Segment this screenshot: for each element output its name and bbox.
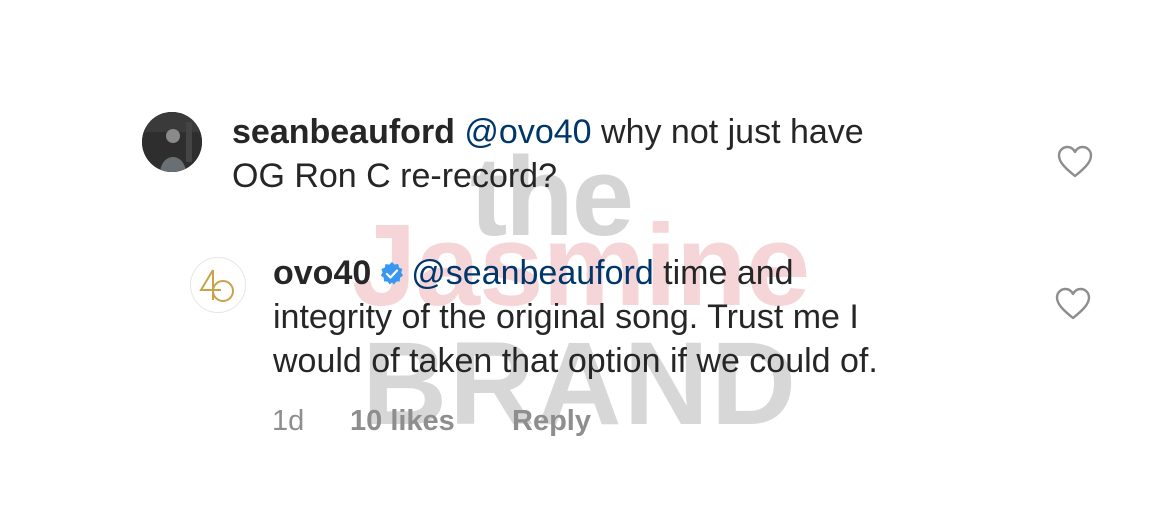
comment-thread: the Jasmine BRAND seanbeauford @ovo40 wh… (0, 0, 1174, 530)
reply-text: ovo40 @seanbeauford time and integrity o… (273, 251, 1013, 383)
avatar[interactable] (142, 112, 202, 172)
verified-badge-icon (381, 262, 404, 285)
reply-likes-count[interactable]: 10 likes (350, 405, 512, 438)
like-heart-icon[interactable] (1055, 287, 1091, 321)
comment-mention[interactable]: @ovo40 (464, 113, 591, 151)
avatar-photo (142, 112, 202, 172)
comment-body-line2: OG Ron C re-record? (232, 157, 557, 195)
reply-mention[interactable]: @seanbeauford (411, 254, 653, 292)
comment-username[interactable]: seanbeauford (232, 113, 455, 151)
comment-body-line1: why not just have (591, 113, 864, 151)
reply-body-line3: would of taken that option if we could o… (273, 342, 878, 380)
comment-text: seanbeauford @ovo40 why not just have OG… (232, 110, 1032, 198)
like-heart-icon[interactable] (1057, 145, 1093, 179)
reply-item: ovo40 @seanbeauford time and integrity o… (190, 254, 1013, 383)
avatar[interactable] (190, 257, 246, 313)
reply-button[interactable]: Reply (512, 405, 591, 438)
reply-body-line1: time and (653, 254, 794, 292)
reply-meta: 1d 10 likes Reply (272, 405, 591, 438)
reply-username[interactable]: ovo40 (273, 254, 371, 292)
reply-timestamp[interactable]: 1d (272, 405, 350, 438)
ovo40-logo-icon (199, 269, 234, 302)
comment-item: seanbeauford @ovo40 why not just have OG… (142, 112, 1032, 198)
reply-body-line2: integrity of the original song. Trust me… (273, 298, 859, 336)
